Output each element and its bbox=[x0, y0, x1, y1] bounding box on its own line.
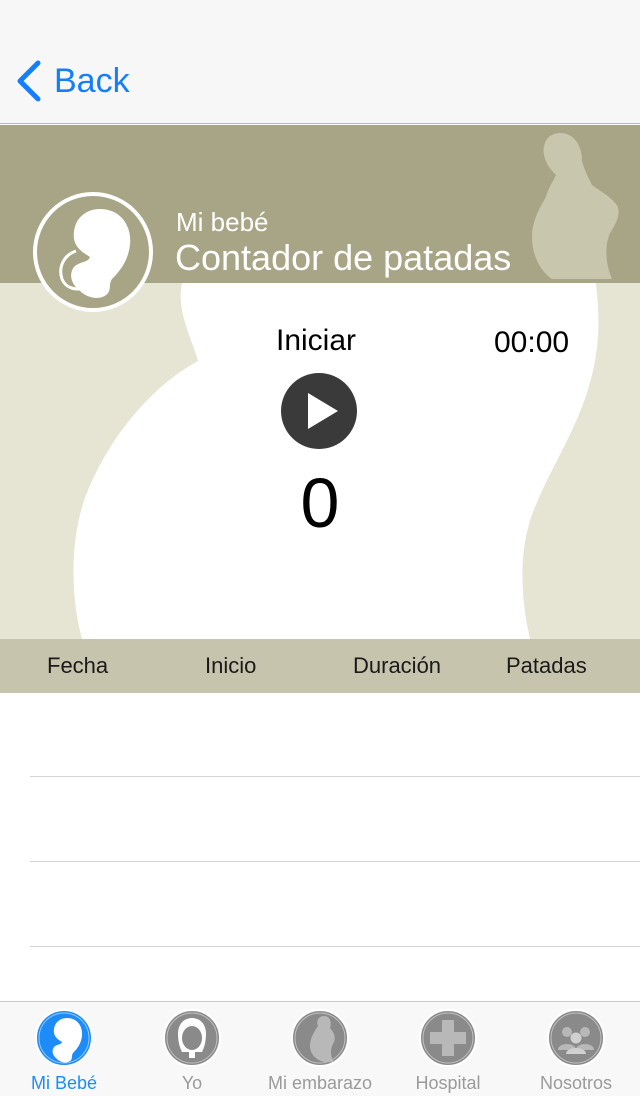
tab-label: Nosotros bbox=[539, 1073, 613, 1093]
tab-bar: Mi Bebé Yo Mi embarazo Hospital Nosotros bbox=[0, 1001, 640, 1096]
tab-label: Yo bbox=[181, 1073, 203, 1093]
tab-mi-bebe[interactable]: Mi Bebé bbox=[0, 1002, 128, 1096]
cross-icon bbox=[419, 1009, 477, 1067]
tab-yo[interactable]: Yo bbox=[128, 1002, 256, 1096]
kick-counter-panel: Mi bebé Contador de patadas Iniciar 00:0… bbox=[0, 125, 640, 639]
fetus-icon bbox=[35, 1009, 93, 1067]
tab-hospital[interactable]: Hospital bbox=[384, 1002, 512, 1096]
chevron-left-icon bbox=[17, 60, 41, 102]
group-icon bbox=[547, 1009, 605, 1067]
pregnant-icon bbox=[291, 1009, 349, 1067]
tab-mi-embarazo[interactable]: Mi embarazo bbox=[256, 1002, 384, 1096]
row-separator bbox=[30, 776, 640, 777]
woman-face-icon bbox=[163, 1009, 221, 1067]
row-separator bbox=[30, 946, 640, 947]
column-header-duracion: Duración bbox=[353, 653, 442, 678]
table-header: Fecha Inicio Duración Patadas bbox=[0, 639, 640, 693]
start-label: Iniciar bbox=[276, 324, 357, 357]
column-header-fecha: Fecha bbox=[47, 653, 109, 678]
row-separator bbox=[30, 861, 640, 862]
page-title: Contador de patadas bbox=[175, 237, 512, 278]
back-label: Back bbox=[54, 61, 130, 100]
tab-label: Mi Bebé bbox=[30, 1073, 98, 1093]
tab-label: Hospital bbox=[415, 1073, 481, 1093]
play-icon bbox=[308, 393, 338, 429]
header-subtitle: Mi bebé bbox=[176, 207, 269, 237]
fetus-logo-icon bbox=[33, 192, 153, 312]
play-button[interactable] bbox=[281, 373, 357, 449]
column-header-patadas: Patadas bbox=[506, 653, 587, 678]
tab-label: Mi embarazo bbox=[267, 1073, 373, 1093]
navigation-bar: Back bbox=[0, 0, 640, 124]
column-header-inicio: Inicio bbox=[205, 653, 257, 678]
tab-nosotros[interactable]: Nosotros bbox=[512, 1002, 640, 1096]
timer-display: 00:00 bbox=[494, 326, 570, 359]
kick-count: 0 bbox=[300, 464, 340, 542]
back-button[interactable]: Back bbox=[14, 58, 130, 104]
